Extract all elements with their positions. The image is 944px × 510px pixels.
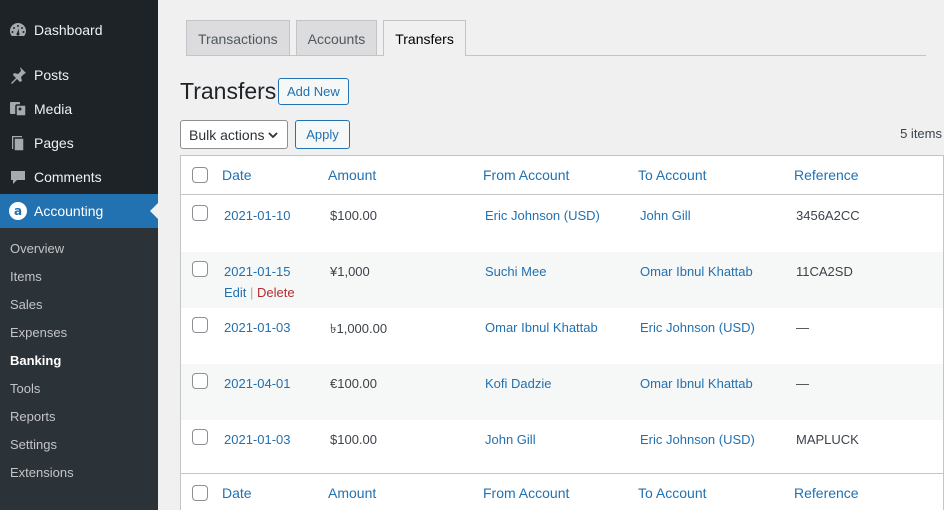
bulk-actions-label: Bulk actions <box>189 126 265 143</box>
submenu-reports[interactable]: Reports <box>10 409 56 424</box>
submenu-extensions[interactable]: Extensions <box>10 465 74 480</box>
submenu-expenses[interactable]: Expenses <box>10 325 67 340</box>
submenu-tools[interactable]: Tools <box>10 381 40 396</box>
table-row: 2021-01-10 $100.00 Eric Johnson (USD) Jo… <box>181 196 943 252</box>
from-account-link[interactable]: Eric Johnson (USD) <box>485 208 600 223</box>
column-to-account[interactable]: To Account <box>638 485 707 501</box>
column-to-account[interactable]: To Account <box>638 167 707 183</box>
media-icon <box>0 99 34 119</box>
select-all-checkbox[interactable] <box>192 167 208 183</box>
tab-transfers[interactable]: Transfers <box>383 20 466 56</box>
menu-item-dashboard[interactable]: Dashboard <box>0 13 158 47</box>
amount: $100.00 <box>330 432 377 447</box>
menu-label: Comments <box>34 169 102 185</box>
to-account-link[interactable]: Eric Johnson (USD) <box>640 320 755 335</box>
submenu-items[interactable]: Items <box>10 269 42 284</box>
from-account-link[interactable]: John Gill <box>485 432 536 447</box>
transfers-table: Date Amount From Account To Account Refe… <box>180 155 944 510</box>
to-account-link[interactable]: John Gill <box>640 208 691 223</box>
date-link[interactable]: 2021-01-10 <box>224 208 291 223</box>
column-amount[interactable]: Amount <box>328 167 376 183</box>
chevron-down-icon <box>267 128 279 144</box>
tab-bar: Transactions Accounts Transfers <box>186 20 466 56</box>
date-link[interactable]: 2021-04-01 <box>224 376 291 391</box>
reference: — <box>796 376 809 391</box>
date-link[interactable]: 2021-01-15 <box>224 264 291 279</box>
menu-item-posts[interactable]: Posts <box>0 58 158 92</box>
tab-transactions[interactable]: Transactions <box>186 20 290 56</box>
row-checkbox[interactable] <box>192 429 208 445</box>
row-checkbox[interactable] <box>192 261 208 277</box>
apply-button[interactable]: Apply <box>295 120 350 149</box>
submenu-sales[interactable]: Sales <box>10 297 43 312</box>
table-header: Date Amount From Account To Account Refe… <box>181 156 944 195</box>
table-row: 2021-04-01 €100.00 Kofi Dadzie Omar Ibnu… <box>181 364 943 420</box>
menu-item-pages[interactable]: Pages <box>0 126 158 160</box>
pages-icon <box>0 133 34 153</box>
edit-link[interactable]: Edit <box>224 285 246 300</box>
menu-label: Accounting <box>34 203 104 219</box>
row-checkbox[interactable] <box>192 373 208 389</box>
pin-icon <box>0 65 34 85</box>
column-date[interactable]: Date <box>222 167 252 183</box>
table-footer: Date Amount From Account To Account Refe… <box>181 473 944 510</box>
bulk-actions-select[interactable]: Bulk actions <box>180 120 288 149</box>
column-amount[interactable]: Amount <box>328 485 376 501</box>
column-from-account[interactable]: From Account <box>483 485 569 501</box>
table-row: 2021-01-03 ৳1,000.00 Omar Ibnul Khattab … <box>181 308 943 364</box>
tab-divider <box>186 55 926 56</box>
column-reference[interactable]: Reference <box>794 167 859 183</box>
from-account-link[interactable]: Omar Ibnul Khattab <box>485 320 598 335</box>
row-actions: Edit | Delete <box>224 285 295 300</box>
column-from-account[interactable]: From Account <box>483 167 569 183</box>
items-count: 5 items <box>900 126 942 141</box>
table-row: 2021-01-15 ¥1,000 Suchi Mee Omar Ibnul K… <box>181 252 943 308</box>
tab-accounts[interactable]: Accounts <box>295 20 378 56</box>
amount: ¥1,000 <box>330 264 370 279</box>
date-link[interactable]: 2021-01-03 <box>224 432 291 447</box>
date-link[interactable]: 2021-01-03 <box>224 320 291 335</box>
row-checkbox[interactable] <box>192 317 208 333</box>
menu-item-media[interactable]: Media <box>0 92 158 126</box>
column-reference[interactable]: Reference <box>794 485 859 501</box>
amount: ৳1,000.00 <box>330 321 388 336</box>
menu-item-accounting[interactable]: a Accounting <box>0 194 158 228</box>
comments-icon <box>0 167 34 187</box>
dashboard-icon <box>0 20 34 40</box>
to-account-link[interactable]: Omar Ibnul Khattab <box>640 376 753 391</box>
add-new-button[interactable]: Add New <box>278 78 349 105</box>
menu-label: Dashboard <box>34 22 103 38</box>
action-separator: | <box>250 285 258 300</box>
page-title: Transfers <box>180 78 277 104</box>
amount: $100.00 <box>330 208 377 223</box>
submenu-settings[interactable]: Settings <box>10 437 57 452</box>
row-checkbox[interactable] <box>192 205 208 221</box>
select-all-checkbox[interactable] <box>192 485 208 501</box>
to-account-link[interactable]: Omar Ibnul Khattab <box>640 264 753 279</box>
menu-label: Pages <box>34 135 74 151</box>
menu-label: Posts <box>34 67 70 83</box>
submenu-overview[interactable]: Overview <box>10 241 64 256</box>
to-account-link[interactable]: Eric Johnson (USD) <box>640 432 755 447</box>
accounting-submenu: Overview Items Sales Expenses Banking To… <box>0 228 158 510</box>
menu-label: Media <box>34 101 73 117</box>
reference: 3456A2CC <box>796 208 860 223</box>
admin-sidebar: Dashboard Posts Media Pages Comments a A… <box>0 0 158 510</box>
submenu-banking[interactable]: Banking <box>10 353 61 368</box>
column-date[interactable]: Date <box>222 485 252 501</box>
from-account-link[interactable]: Kofi Dadzie <box>485 376 551 391</box>
accounting-icon: a <box>0 201 34 221</box>
reference: 11CA2SD <box>796 264 853 279</box>
amount: €100.00 <box>330 376 377 391</box>
table-row: 2021-01-03 $100.00 John Gill Eric Johnso… <box>181 420 943 476</box>
reference: MAPLUCK <box>796 432 859 447</box>
delete-link[interactable]: Delete <box>257 285 295 300</box>
main-content: Transactions Accounts Transfers Transfer… <box>158 0 944 510</box>
svg-text:a: a <box>14 204 22 218</box>
from-account-link[interactable]: Suchi Mee <box>485 264 546 279</box>
reference: — <box>796 320 809 335</box>
menu-item-comments[interactable]: Comments <box>0 160 158 194</box>
